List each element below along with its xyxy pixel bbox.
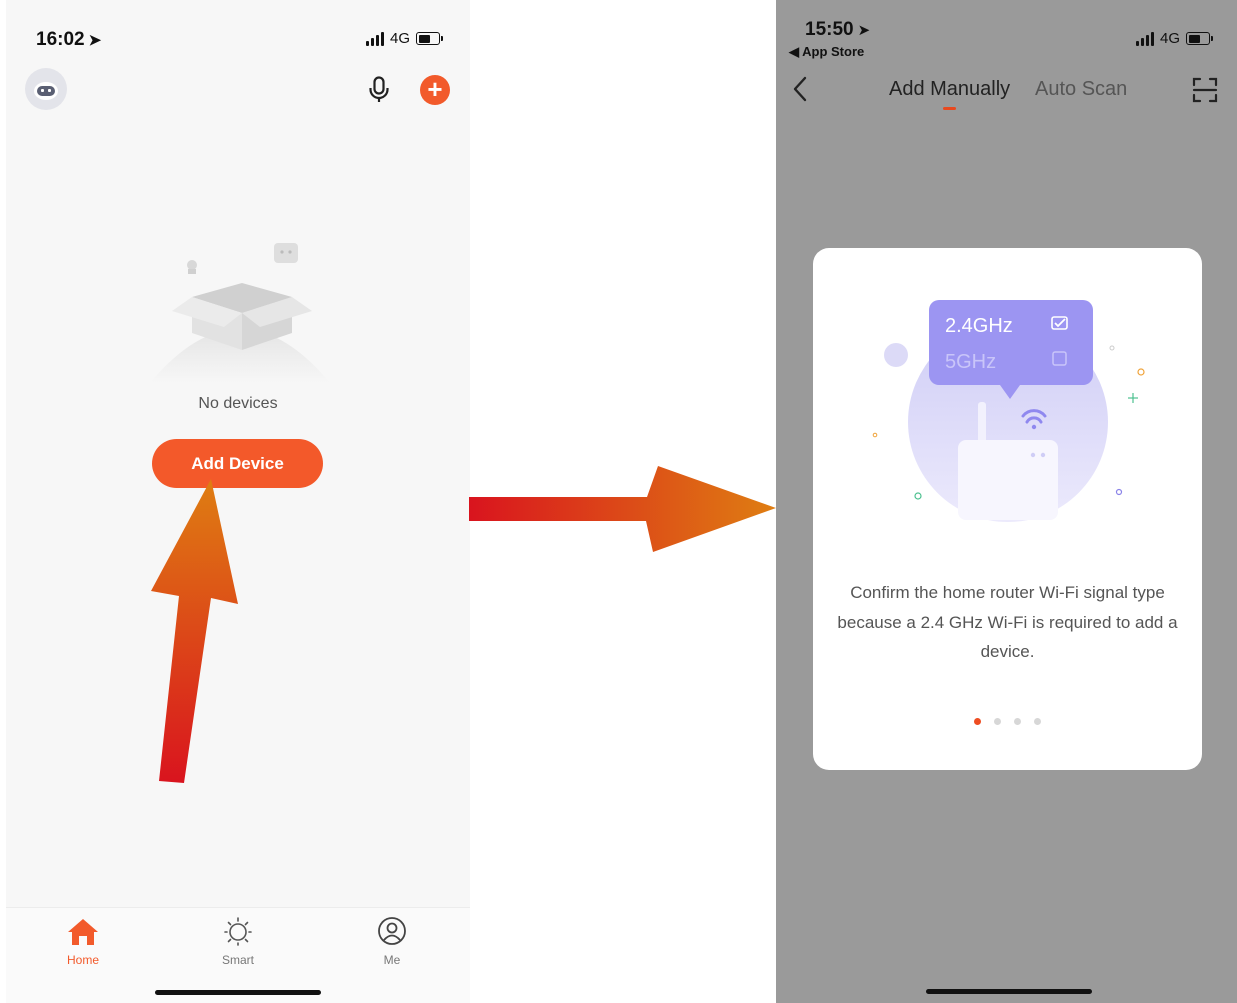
page-dot <box>1034 718 1041 725</box>
wifi-requirement-text: Confirm the home router Wi-Fi signal typ… <box>837 583 1178 661</box>
tab-auto-scan[interactable]: Auto Scan <box>1035 78 1127 101</box>
empty-box-illustration <box>150 243 330 383</box>
battery-icon <box>1186 32 1214 45</box>
band-option-2-4ghz: 2.4GHz <box>945 315 1013 337</box>
profile-icon <box>378 917 406 945</box>
router-illustration: 2.4GHz 5GHz <box>872 300 1145 522</box>
scan-qr-icon[interactable] <box>1192 77 1218 108</box>
network-type: 4G <box>1160 30 1181 47</box>
signal-icon <box>1136 31 1154 46</box>
back-to-app-store-link[interactable]: ◀ App Store <box>789 44 864 60</box>
back-chevron-icon[interactable] <box>792 76 808 107</box>
add-device-screen: 15:50 ➤ 4G ◀ App Store Add Manually Auto … <box>776 0 1237 1003</box>
no-devices-message: No devices <box>198 395 278 412</box>
tab-home[interactable]: Home <box>43 916 123 967</box>
status-time: 16:02 ➤ <box>36 29 102 50</box>
page-dot <box>994 718 1001 725</box>
tab-label: Me <box>383 953 401 967</box>
status-indicators: 4G <box>366 30 444 47</box>
microphone-icon[interactable] <box>368 76 390 109</box>
add-device-button[interactable]: Add Device <box>152 439 323 488</box>
location-arrow-icon: ➤ <box>88 32 102 49</box>
bottom-tab-bar: Home Smart Me <box>6 907 470 1003</box>
band-option-5ghz: 5GHz <box>945 351 996 373</box>
wifi-guide-modal: 2.4GHz 5GHz Confirm the home router Wi-F… <box>813 248 1202 770</box>
robot-avatar-icon[interactable] <box>25 68 67 110</box>
home-icon <box>68 919 98 945</box>
battery-icon <box>416 32 444 45</box>
status-indicators: 4G <box>1136 30 1214 47</box>
right-arrow <box>469 466 776 552</box>
page-dot <box>974 718 981 725</box>
status-time: 15:50 ➤ <box>805 19 871 40</box>
signal-icon <box>366 31 384 46</box>
active-tab-indicator <box>943 107 956 110</box>
location-arrow-icon: ➤ <box>857 22 871 39</box>
add-plus-icon[interactable]: + <box>420 75 450 105</box>
tab-label: Smart <box>221 953 254 967</box>
tab-label: Home <box>66 953 99 967</box>
status-bar: 16:02 ➤ 4G <box>6 0 470 70</box>
sun-icon <box>224 917 252 946</box>
tab-add-manually[interactable]: Add Manually <box>889 78 1010 101</box>
network-type: 4G <box>390 30 411 47</box>
page-indicator <box>813 718 1202 725</box>
tab-me[interactable]: Me <box>352 916 432 967</box>
home-screen: 16:02 ➤ 4G + No devices Add Device Home … <box>6 0 470 1003</box>
tab-smart[interactable]: Smart <box>198 916 278 967</box>
page-dot <box>1014 718 1021 725</box>
home-indicator <box>926 989 1092 994</box>
home-indicator <box>155 990 321 995</box>
